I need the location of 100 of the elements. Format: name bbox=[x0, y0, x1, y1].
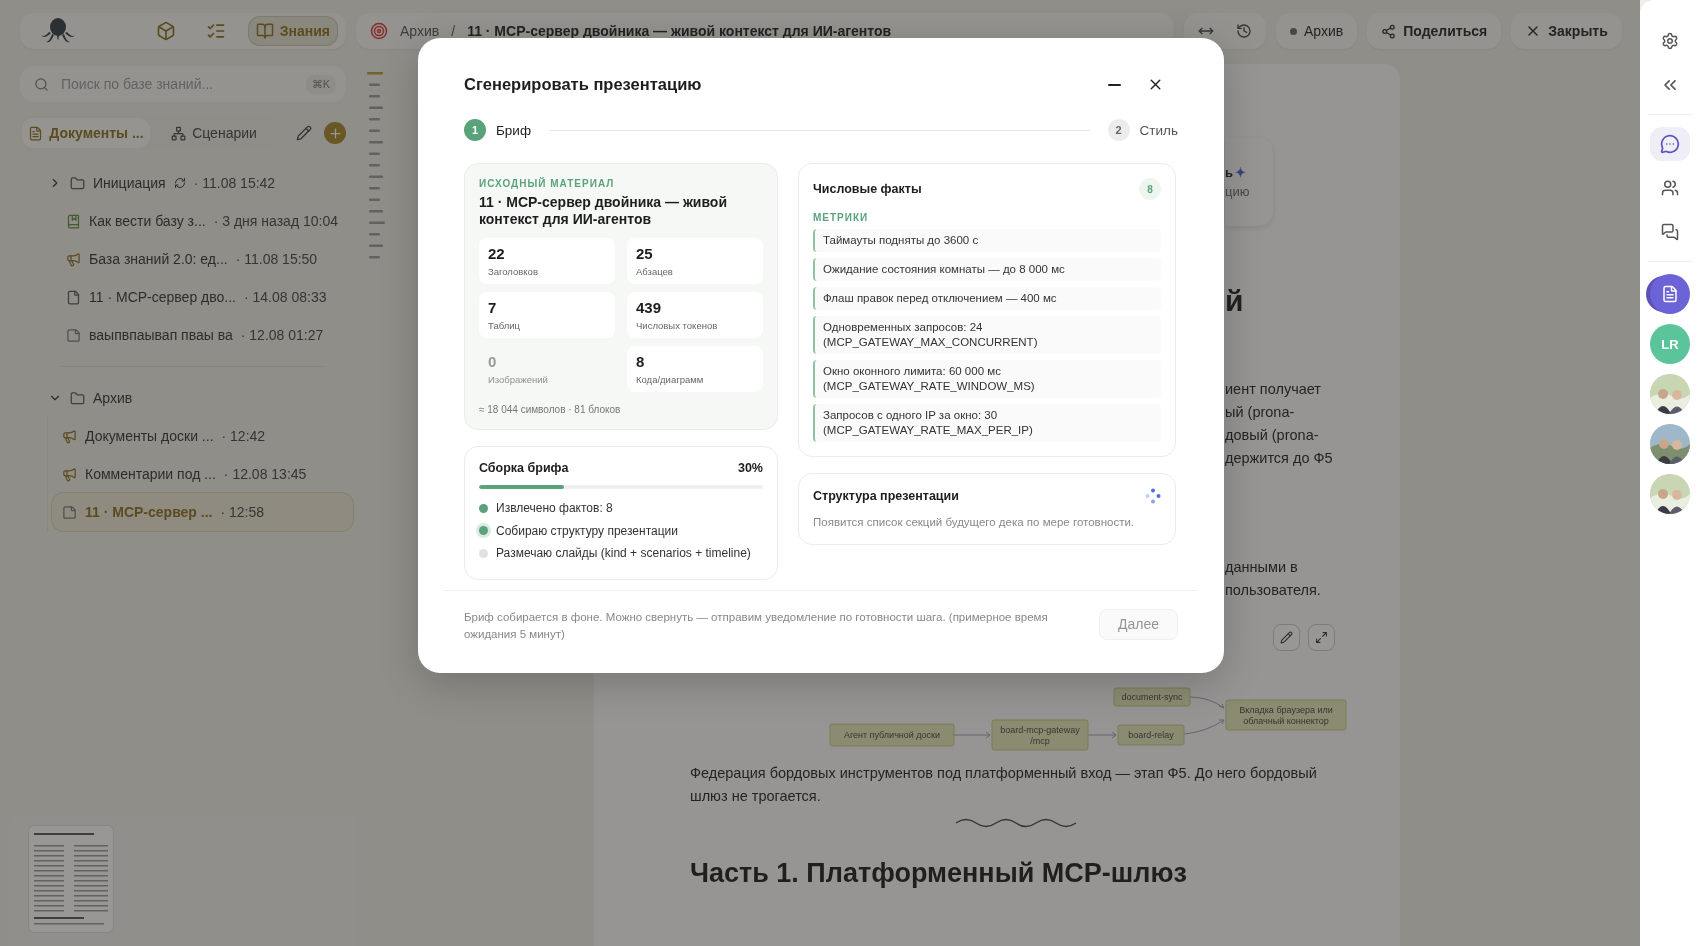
progress-step: Собираю структуру презентации bbox=[496, 523, 678, 538]
book-icon bbox=[255, 22, 274, 40]
tree-item[interactable]: Архив bbox=[38, 379, 353, 417]
tree-item[interactable]: Документы доски ... · 12:42 bbox=[52, 417, 353, 455]
share-button[interactable]: Поделиться bbox=[1367, 13, 1502, 49]
stat-value: 439 bbox=[636, 299, 663, 316]
paragraph-line: данными в bbox=[1225, 558, 1299, 577]
stat-label: Изображений bbox=[488, 374, 549, 385]
chat-icon bbox=[1660, 134, 1680, 154]
dialog-title: Сгенерировать презентацию bbox=[464, 75, 702, 94]
checklist-icon bbox=[205, 21, 226, 41]
sidebar-tab[interactable]: Документы ... bbox=[22, 118, 150, 148]
step-number: 1 bbox=[464, 119, 486, 141]
paragraph-line: ый (prona- bbox=[1225, 403, 1296, 422]
progress-step: Размечаю слайды (kind + scenarios + timeline) bbox=[496, 546, 751, 561]
hierarchy-icon bbox=[171, 125, 187, 141]
note-icon bbox=[62, 504, 77, 520]
megaphone-icon bbox=[62, 428, 77, 444]
stat-value: 0 bbox=[488, 353, 498, 370]
megaphone-icon bbox=[66, 251, 81, 267]
breadcrumb-separator: / bbox=[451, 23, 456, 39]
history-icon bbox=[1236, 23, 1252, 39]
tree-item[interactable]: Инициация · 11.08 15:42 bbox=[38, 164, 353, 202]
status-button[interactable]: Архив bbox=[1276, 13, 1358, 49]
folder-icon bbox=[70, 390, 85, 406]
stat-value: 25 bbox=[636, 245, 654, 262]
document-avatar[interactable] bbox=[1650, 274, 1690, 314]
tree-item[interactable]: ваыпвпаывап пваы ва · 12.08 01:27 bbox=[56, 316, 353, 354]
tree-item[interactable]: База знаний 2.0: ед... · 11.08 15:50 bbox=[56, 240, 353, 278]
fact-item: Таймауты подняты до 3600 с bbox=[813, 229, 1161, 252]
diagram-node: board-mcp-gateway /mcp bbox=[991, 719, 1089, 751]
stat-value: 8 bbox=[636, 353, 646, 370]
search-icon bbox=[34, 76, 49, 92]
shortcut-hint: ⌘K bbox=[305, 74, 336, 94]
progress-step: Извлечено фактов: 8 bbox=[496, 501, 613, 516]
close-button[interactable]: Закрыть bbox=[1511, 13, 1622, 49]
count-badge: 8 bbox=[1139, 178, 1161, 200]
stat-label: Таблиц bbox=[488, 320, 521, 331]
diagram-node: Вкладка браузера или облачный коннектор bbox=[1225, 699, 1347, 731]
megaphone-icon bbox=[62, 466, 77, 482]
fact-item: Одновременных запросов: 24 (MCP_GATEWAY_MAX_CONCURRENT) bbox=[813, 316, 1161, 354]
source-summary: ≈ 18 044 символов · 81 блоков bbox=[479, 404, 622, 415]
fact-item: Ожидание состояния комнаты — до 8 000 мс bbox=[813, 258, 1161, 281]
nav-tab[interactable]: Знания bbox=[247, 16, 338, 46]
stat-label: Числовых токенов bbox=[636, 320, 719, 331]
step-number: 2 bbox=[1107, 119, 1130, 141]
section-heading: Часть 1. Платформенный MCP-шлюз bbox=[690, 858, 1188, 889]
step-label: Стиль bbox=[1139, 122, 1178, 138]
section-label: МЕТРИКИ bbox=[813, 212, 870, 223]
expand-icon bbox=[1315, 631, 1328, 644]
user-avatar[interactable] bbox=[1650, 474, 1690, 514]
fact-item: Запросов с одного IP за окно: 30 (MCP_GATEWAY_RATE_MAX_PER_IP) bbox=[813, 404, 1161, 442]
pencil-icon bbox=[296, 125, 312, 141]
diagram-node: document-sync bbox=[1113, 687, 1191, 707]
pencil-icon bbox=[1280, 631, 1293, 644]
note-icon bbox=[66, 327, 81, 343]
paragraph-line: довый (prona- bbox=[1225, 426, 1320, 445]
stat-label: Кода/диаграмм bbox=[636, 374, 705, 385]
expand-button[interactable] bbox=[1308, 624, 1335, 651]
source-title: 11 · MCP-сервер двойника — живой контекст для ИИ-агентов bbox=[479, 194, 728, 228]
minimize-icon bbox=[1108, 83, 1121, 86]
document-icon bbox=[1661, 285, 1679, 303]
fact-item: Флаш правок перед отключением — 400 мс bbox=[813, 287, 1161, 310]
stat-value: 22 bbox=[488, 245, 506, 262]
user-avatar[interactable] bbox=[1650, 374, 1690, 414]
tree-item[interactable]: 11 · MCP-сервер дво... · 14.08 08:33 bbox=[56, 278, 353, 316]
placeholder-text: Появится список секций будущего дека по мере готовности. bbox=[813, 515, 1136, 530]
card-title: Сборка брифа bbox=[479, 461, 569, 475]
progress-percent: 30% bbox=[737, 461, 763, 475]
target-icon bbox=[370, 22, 388, 40]
loading-icon bbox=[1145, 488, 1161, 504]
sidebar-tab[interactable]: Сценарии bbox=[150, 118, 278, 148]
breadcrumb-link[interactable]: Архив bbox=[400, 23, 440, 39]
paragraph-line: иент получает bbox=[1225, 380, 1322, 399]
chat-button[interactable] bbox=[1650, 127, 1690, 161]
tree-item[interactable]: Как вести базу з... · 3 дня назад 10:04 bbox=[56, 202, 353, 240]
user-avatar[interactable] bbox=[1650, 424, 1690, 464]
paragraph: Федерация бордовых инструментов под платформенный вход — этап Ф5. До него бордовый шлюз не трогается. bbox=[690, 764, 1318, 806]
diagram-node: board-relay bbox=[1117, 724, 1185, 746]
share-icon bbox=[1381, 23, 1397, 39]
paragraph-line: пользователя. bbox=[1225, 581, 1322, 600]
edit-button[interactable] bbox=[1273, 624, 1300, 651]
footer-note: Бриф собирается в фоне. Можно свернуть — отправим уведомление по готовности шага. (примерное время ожидания 5 минут) bbox=[464, 609, 1049, 642]
fact-item: Окно оконного лимита: 60 000 мс (MCP_GATEWAY_RATE_WINDOW_MS) bbox=[813, 360, 1161, 398]
plus-icon bbox=[327, 125, 343, 141]
tree-item[interactable]: 11 · MCP-сервер ... · 12:58 bbox=[52, 493, 353, 531]
stat-label: Заголовков bbox=[488, 266, 539, 277]
folder-icon bbox=[70, 175, 85, 191]
book-icon bbox=[66, 213, 81, 229]
diagram-node: Агент публичной доски bbox=[829, 723, 955, 747]
page-icon bbox=[66, 289, 81, 305]
paragraph-line: держится до Ф5 bbox=[1225, 449, 1334, 468]
stat-label: Абзацев bbox=[636, 266, 674, 277]
cube-icon bbox=[155, 21, 176, 41]
heading-text: й bbox=[1225, 284, 1245, 318]
comments-icon bbox=[1661, 223, 1679, 241]
tree-item[interactable]: Комментарии под ... · 12.08 13:45 bbox=[52, 455, 353, 493]
action-card: ь✦ цию bbox=[1225, 138, 1273, 226]
people-icon bbox=[1661, 179, 1679, 197]
step-label: Бриф bbox=[496, 122, 531, 138]
